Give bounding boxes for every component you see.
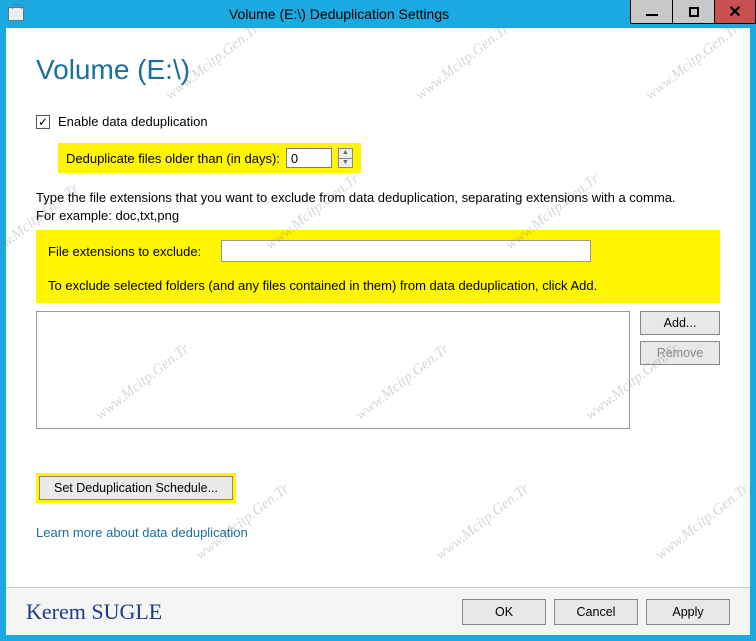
exclude-folders-area: Add... Remove bbox=[36, 311, 720, 429]
apply-button[interactable]: Apply bbox=[646, 599, 730, 625]
exclude-folders-listbox[interactable] bbox=[36, 311, 630, 429]
close-button[interactable]: ✕ bbox=[714, 0, 756, 24]
remove-button[interactable]: Remove bbox=[640, 341, 720, 365]
extensions-input[interactable] bbox=[221, 240, 591, 262]
older-than-label: Deduplicate files older than (in days): bbox=[66, 151, 280, 166]
maximize-button[interactable] bbox=[672, 0, 714, 24]
spinner-down-icon[interactable]: ▼ bbox=[338, 158, 353, 169]
learn-more-link[interactable]: Learn more about data deduplication bbox=[36, 525, 248, 540]
exclude-highlight-block: File extensions to exclude: To exclude s… bbox=[36, 230, 720, 303]
dialog-window: Volume (E:\) Deduplication Settings ✕ Vo… bbox=[0, 0, 756, 641]
window-title: Volume (E:\) Deduplication Settings bbox=[32, 6, 646, 22]
add-button[interactable]: Add... bbox=[640, 311, 720, 335]
footer-bar: Kerem SUGLE OK Cancel Apply bbox=[6, 587, 750, 635]
enable-row: ✓ Enable data deduplication bbox=[36, 114, 720, 129]
description-text: Type the file extensions that you want t… bbox=[36, 189, 676, 224]
folder-side-buttons: Add... Remove bbox=[640, 311, 720, 429]
extensions-row: File extensions to exclude: bbox=[48, 240, 708, 262]
author-label: Kerem SUGLE bbox=[26, 599, 454, 625]
titlebar: Volume (E:\) Deduplication Settings ✕ bbox=[0, 0, 756, 28]
older-than-input[interactable] bbox=[286, 148, 332, 168]
window-buttons: ✕ bbox=[630, 0, 756, 24]
older-than-highlight: Deduplicate files older than (in days): … bbox=[58, 143, 361, 173]
spinner-up-icon[interactable]: ▲ bbox=[338, 148, 353, 158]
schedule-highlight: Set Deduplication Schedule... bbox=[36, 473, 236, 503]
schedule-button[interactable]: Set Deduplication Schedule... bbox=[39, 476, 233, 500]
extensions-label: File extensions to exclude: bbox=[48, 244, 201, 259]
older-than-row: Deduplicate files older than (in days): … bbox=[58, 143, 720, 173]
minimize-button[interactable] bbox=[630, 0, 672, 24]
app-icon bbox=[8, 7, 24, 21]
cancel-button[interactable]: Cancel bbox=[554, 599, 638, 625]
schedule-row: Set Deduplication Schedule... bbox=[36, 473, 720, 503]
enable-label: Enable data deduplication bbox=[58, 114, 208, 129]
enable-checkbox[interactable]: ✓ bbox=[36, 115, 50, 129]
older-than-spinner[interactable]: ▲ ▼ bbox=[338, 148, 353, 168]
ok-button[interactable]: OK bbox=[462, 599, 546, 625]
content-area: Volume (E:\) ✓ Enable data deduplication… bbox=[6, 34, 750, 587]
exclude-folders-note: To exclude selected folders (and any fil… bbox=[48, 278, 708, 293]
page-heading: Volume (E:\) bbox=[36, 54, 720, 86]
